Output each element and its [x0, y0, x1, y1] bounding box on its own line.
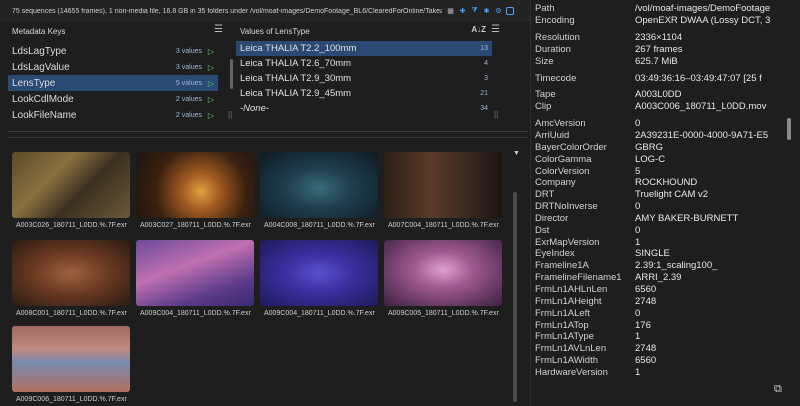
property-row: Path/vol/moaf-images/DemoFootage: [535, 3, 771, 15]
value-item[interactable]: Leica THALIA T2.6_70mm 4: [236, 56, 492, 71]
pause-icon[interactable]: ||: [494, 110, 498, 119]
key-item-lenstype[interactable]: LensType 5 values ▷: [8, 75, 218, 91]
filter-icon[interactable]: ⧩: [470, 7, 479, 16]
thumbnail-image: [12, 326, 130, 392]
thumbnail-image: [136, 240, 254, 306]
key-item-ldslagtype[interactable]: LdsLagType 3 values ▷: [8, 43, 218, 59]
property-row: Encoding OpenEXR DWAA (Lossy DCT, 3: [535, 15, 771, 27]
panel-divider[interactable]: [530, 0, 531, 406]
thumbnail[interactable]: A004C008_180711_L0DD.%.7F.exr: [260, 152, 378, 229]
property-row: AmcVersion 0: [535, 118, 641, 130]
property-row: Director AMY BAKER-BURNETT: [535, 212, 739, 224]
property-row: FrmLn1AType 1: [535, 331, 641, 343]
property-row: Size 625.7 MiB: [535, 55, 678, 67]
property-row: FrmLn1AHLnLen 6560: [535, 283, 657, 295]
key-item-lookfilename[interactable]: LookFileName 2 values ▷: [8, 107, 218, 123]
thumbnail[interactable]: A008C001_180711_L0DD.%.7F.exr: [12, 240, 130, 317]
property-row: FrmLn1AHeight 2748: [535, 295, 657, 307]
thumbnail-image: [260, 152, 378, 218]
property-row: Company ROCKHOUND: [535, 177, 698, 189]
keys-scrollbar[interactable]: [230, 59, 233, 89]
pin-icon[interactable]: ✚: [458, 7, 467, 16]
property-row: ArriUuid 2A39231E-0000-4000-9A71-E5: [535, 130, 769, 142]
thumbnail-image: [260, 240, 378, 306]
thumbnail-image: [12, 152, 130, 218]
property-row: Timecode 03:49:36:16–03:49:47:07 [25 f: [535, 72, 762, 84]
property-row: HardwareVersion 1: [535, 366, 641, 375]
expand-icon[interactable]: ⧉: [774, 383, 782, 396]
property-row: DRTNoInverse 0: [535, 201, 641, 213]
property-row: FramelineFilename1 ARRI_2.39: [535, 272, 682, 284]
thumbnail[interactable]: A009C006_180711_L0DD.%.7F.exr: [12, 326, 130, 403]
values-panel: Values of LensType A↓Z ☰ Leica THALIA T2…: [236, 22, 506, 124]
play-icon[interactable]: ▷: [208, 47, 214, 56]
metadata-keys-title: Metadata Keys: [12, 27, 66, 36]
sequence-summary: 75 sequences (14655 frames), 1 non-media…: [12, 7, 442, 15]
thumbnail[interactable]: A009C004_180711_L0DD.%.7F.exr: [260, 240, 378, 317]
property-row: Dst 0: [535, 224, 641, 236]
property-row: Clip A003C006_180711_L0DD.mov: [535, 101, 767, 113]
property-row: DRT Truelight CAM v2: [535, 189, 709, 201]
property-row: Frameline1A 2.39:1_scaling100_: [535, 260, 718, 272]
thumbnail[interactable]: A009C005_180711_L0DD.%.7F.exr: [384, 240, 502, 317]
property-row: Duration 267 frames: [535, 43, 683, 55]
value-item[interactable]: Leica THALIA T2.9_30mm 3: [236, 71, 492, 86]
grid-scrollbar[interactable]: [513, 192, 517, 402]
thumbnail[interactable]: A009C004_180711_L0DD.%.7F.exr: [136, 240, 254, 317]
play-icon[interactable]: ▷: [208, 63, 214, 72]
values-list: Leica THALIA T2.2_100mm 13 Leica THALIA …: [236, 41, 492, 116]
property-row: ColorVersion 5: [535, 165, 641, 177]
thumbnail[interactable]: A003C026_180711_L0DD.%.7F.exr: [12, 152, 130, 229]
property-row: FrmLn1ATop 176: [535, 319, 651, 331]
pause-icon[interactable]: ||: [228, 110, 232, 119]
sort-az-icon[interactable]: A↓Z: [471, 25, 486, 34]
property-row: ColorGamma LOG-C: [535, 153, 666, 165]
metadata-keys-panel: Metadata Keys ☰ LdsLagType 3 values ▷ Ld…: [8, 22, 233, 124]
property-row: EyeIndex SINGLE: [535, 248, 670, 260]
thumbnail[interactable]: A003C027_180711_L0DD.%.7F.exr: [136, 152, 254, 229]
property-row: FrmLn1ALeft 0: [535, 307, 641, 319]
property-row: Resolution 2336×1104: [535, 32, 683, 44]
property-row: ExrMapVersion 1: [535, 236, 641, 248]
thumbnail-image: [12, 240, 130, 306]
play-icon[interactable]: ▷: [208, 95, 214, 104]
window-icon[interactable]: [506, 6, 514, 15]
panel-divider[interactable]: [8, 131, 528, 132]
play-icon[interactable]: ▷: [208, 79, 214, 88]
property-row: FrmLn1AWidth 6560: [535, 355, 657, 367]
play-icon[interactable]: ▷: [208, 111, 214, 120]
thumbnail-image: [384, 152, 502, 218]
property-row: Tape A003L0DD: [535, 89, 682, 101]
thumbnail[interactable]: A007C004_180711_L0DD.%.7F.exr: [384, 152, 502, 229]
scroll-up-icon[interactable]: ▼: [513, 150, 520, 157]
properties-scrollbar[interactable]: [787, 118, 791, 140]
value-item-none[interactable]: -None- 34: [236, 101, 492, 116]
values-title: Values of LensType: [240, 27, 310, 36]
summary-bar: 75 sequences (14655 frames), 1 non-media…: [0, 0, 530, 22]
settings-icon[interactable]: ⚙: [494, 7, 503, 16]
gear-icon[interactable]: ✱: [482, 7, 491, 16]
grid-icon[interactable]: ▦: [446, 7, 455, 16]
value-item[interactable]: Leica THALIA T2.9_45mm 21: [236, 86, 492, 101]
metadata-keys-list: LdsLagType 3 values ▷ LdsLagValue 3 valu…: [8, 43, 218, 123]
value-item[interactable]: Leica THALIA T2.2_100mm 13: [236, 41, 492, 56]
metadata-properties: Path/vol/moaf-images/DemoFootage Encodin…: [535, 3, 787, 375]
filter-icon[interactable]: ☰: [214, 24, 223, 35]
filter-icon[interactable]: ☰: [491, 24, 500, 35]
thumbnail-image: [136, 152, 254, 218]
property-row: BayerColorOrder GBRG: [535, 141, 663, 153]
key-item-lookcdlmode[interactable]: LookCdlMode 2 values ▷: [8, 91, 218, 107]
key-item-ldslagvalue[interactable]: LdsLagValue 3 values ▷: [8, 59, 218, 75]
divider: [8, 137, 528, 138]
property-row: FrmLn1AVLnLen 2748: [535, 343, 657, 355]
thumbnail-image: [384, 240, 502, 306]
